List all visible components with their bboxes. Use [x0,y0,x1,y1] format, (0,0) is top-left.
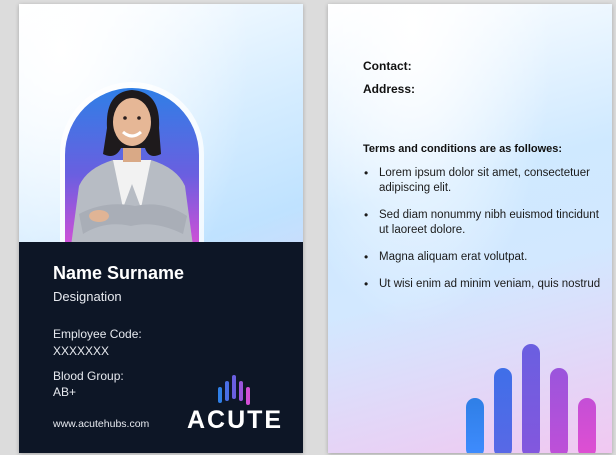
blood-group-value: AB+ [53,385,77,399]
terms-list: Lorem ipsum dolor sit amet, consectetuer… [363,166,603,304]
info-panel: Name Surname Designation Employee Code: … [19,242,303,453]
website-link[interactable]: www.acutehubs.com [53,418,149,430]
terms-item: Sed diam nonummy nibh euismod tincidunt … [363,208,603,238]
terms-item: Ut wisi enim ad minim veniam, quis nostr… [363,277,603,292]
employee-designation: Designation [53,289,122,304]
id-card-front: Name Surname Designation Employee Code: … [19,4,303,453]
decorative-bars-icon [466,344,596,453]
blood-group-label: Blood Group: [53,369,124,383]
terms-title: Terms and conditions are as followes: [363,143,563,155]
contact-label: Contact: [363,59,412,73]
employee-code-value: XXXXXXX [53,344,110,358]
logo-bars-icon [218,375,250,405]
address-label: Address: [363,82,416,96]
id-card-back: Contact: Address: Terms and conditions a… [328,4,612,453]
employee-photo [65,88,199,246]
employee-code-label: Employee Code: [53,327,142,341]
logo-text: ACUTE [187,406,284,434]
employee-name: Name Surname [53,263,185,283]
terms-item: Magna aliquam erat volutpat. [363,250,603,265]
terms-item: Lorem ipsum dolor sit amet, consectetuer… [363,166,603,196]
